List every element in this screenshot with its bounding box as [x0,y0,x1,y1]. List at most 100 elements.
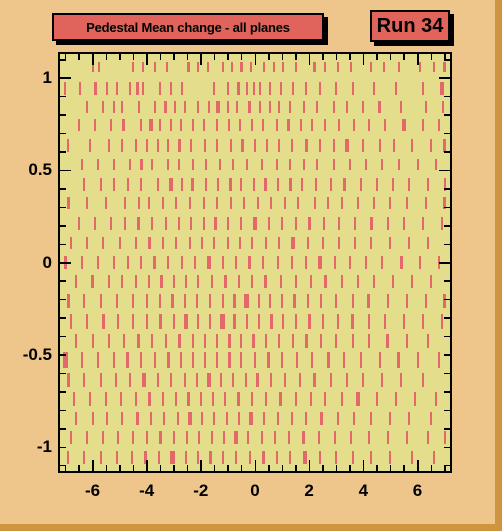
data-marker [191,118,194,132]
data-marker [381,256,384,269]
data-marker [66,372,70,387]
x-axis-major-tick-top [417,54,419,65]
data-marker [270,372,273,387]
data-marker [145,431,148,445]
data-marker [64,81,67,95]
y-axis-minor-tick [60,391,66,393]
data-marker [80,256,83,269]
data-marker [313,197,316,210]
data-marker [226,100,229,113]
data-marker [136,217,141,231]
data-marker [142,372,146,387]
data-marker [258,314,261,329]
data-marker [175,237,178,250]
x-axis-minor-tick [173,465,175,471]
y-axis-minor-tick-right [444,335,450,338]
data-marker [306,294,309,309]
data-marker [416,159,419,171]
data-marker [247,256,252,269]
data-marker [419,256,422,269]
x-axis-tick-label: 6 [412,481,423,500]
data-marker [225,411,228,425]
data-marker [343,352,346,369]
data-marker [373,275,376,289]
x-axis-minor-tick-top [240,54,243,60]
data-marker [86,100,89,113]
data-marker [278,138,281,152]
x-axis-minor-tick [389,465,392,471]
data-marker [318,256,322,269]
data-marker [336,61,339,72]
y-axis-minor-tick [60,372,66,375]
plot-data-area [60,54,450,471]
data-marker [151,333,154,348]
data-marker [405,294,408,309]
x-axis-minor-tick [132,465,135,471]
x-axis-minor-tick-top [281,54,284,60]
data-marker [261,450,265,464]
x-axis-minor-tick-top [213,54,216,60]
data-marker [384,118,386,132]
data-marker [377,100,382,113]
data-marker [202,197,205,210]
y-axis-major-tick [60,77,71,79]
x-axis-minor-tick-top [186,54,189,60]
data-marker [199,392,202,406]
data-marker [134,392,137,406]
data-marker [282,61,285,72]
data-marker [259,81,262,95]
x-axis-major-tick-top [254,54,256,65]
plot-title-text: Pedestal Mean change - all planes [86,19,290,35]
data-marker [320,294,323,309]
data-marker [427,237,430,250]
data-marker [375,392,378,406]
x-axis-minor-tick-top [173,54,175,60]
data-marker [411,450,414,464]
data-marker [183,100,186,113]
y-axis-major-tick-right [439,262,450,264]
data-marker [145,314,148,329]
data-marker [170,372,173,387]
data-marker [221,256,224,269]
data-marker [101,314,105,329]
data-marker [307,217,311,231]
data-marker [132,294,135,309]
data-marker [233,314,237,329]
data-marker [113,159,116,171]
data-marker [137,197,140,210]
data-marker [216,197,219,210]
data-marker [197,100,200,113]
y-axis-minor-tick-right [444,428,450,430]
y-axis-minor-tick-right [444,391,450,393]
data-marker [345,138,349,152]
data-marker [106,81,109,95]
data-marker [161,237,164,250]
data-marker [411,275,414,289]
data-marker [400,372,403,387]
data-marker [440,314,443,329]
x-axis-major-tick [362,460,365,471]
data-marker [99,450,102,464]
data-marker [107,138,110,152]
x-axis-minor-tick-top [119,54,121,60]
data-marker [332,159,335,171]
data-marker [86,197,89,210]
data-marker [305,411,308,425]
data-marker [282,314,285,329]
data-marker [378,138,381,152]
data-marker [145,294,148,309]
data-marker [373,81,376,95]
data-marker [184,275,187,289]
data-marker [305,81,308,95]
y-axis-minor-tick-right [444,188,450,190]
data-marker [172,314,175,329]
data-marker [300,118,303,132]
x-axis-minor-tick-top [268,54,270,60]
data-marker [184,314,188,329]
x-axis-minor-tick-top [295,54,297,60]
x-axis-major-tick-top [92,54,94,65]
data-marker [113,352,116,369]
data-marker [102,100,105,113]
data-marker [151,159,154,171]
x-axis-minor-tick-top [335,54,338,60]
